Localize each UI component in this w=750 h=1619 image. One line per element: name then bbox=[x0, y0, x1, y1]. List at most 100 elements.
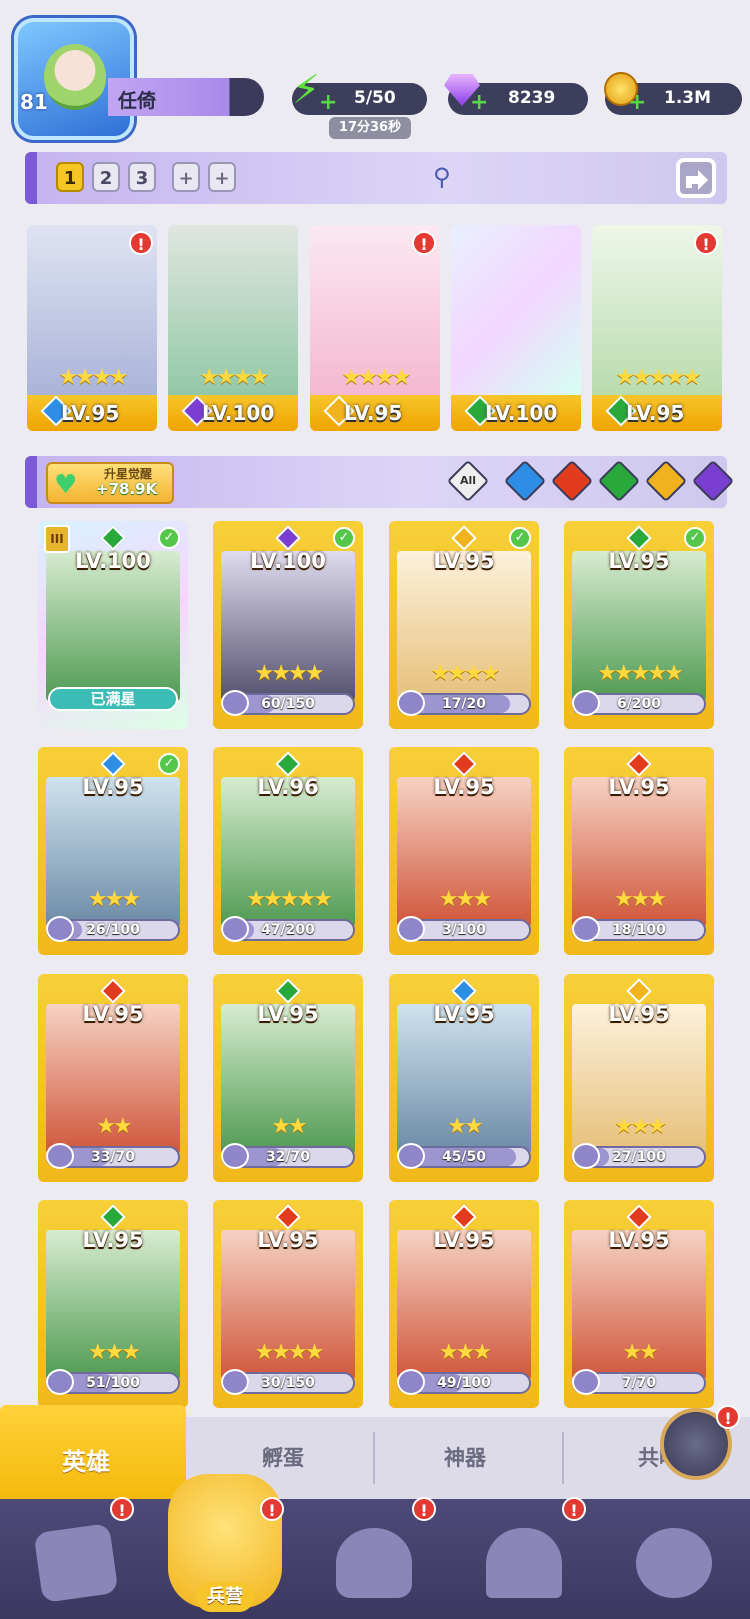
team-hero-card[interactable]: ★★★★★ LV.95 bbox=[592, 225, 722, 431]
shard-progress-bar: 27/100 bbox=[572, 1143, 706, 1169]
hero-level: LV.100 bbox=[250, 549, 326, 573]
share-button[interactable] bbox=[676, 158, 716, 198]
nav-cards-alert: ! bbox=[110, 1497, 134, 1521]
search-icon[interactable]: ⚲ bbox=[433, 163, 451, 191]
hero-card[interactable]: LV.100 已满星 III ✓ bbox=[38, 521, 188, 729]
sub-tab-hatch[interactable]: 孵蛋 bbox=[262, 1442, 304, 1472]
nav-mushroom-icon[interactable] bbox=[636, 1528, 712, 1598]
team-hero-alert: ! bbox=[694, 231, 718, 255]
hero-card[interactable]: LV.95 ★★★ 3/100 bbox=[389, 747, 539, 955]
hero-portrait bbox=[46, 551, 180, 701]
nav-camp-label: 兵营 bbox=[196, 1582, 254, 1612]
hero-level: LV.95 bbox=[82, 1228, 144, 1252]
shard-count: 47/200 bbox=[261, 922, 315, 938]
hero-level: LV.95 bbox=[433, 1228, 495, 1252]
coin-value: 1.3M bbox=[664, 88, 712, 108]
element-icon bbox=[275, 978, 301, 1004]
hero-stars: ★★ bbox=[622, 1340, 658, 1365]
team-tab-3[interactable]: 3 bbox=[128, 162, 156, 192]
team-tab-1[interactable]: 1 bbox=[56, 162, 84, 192]
element-icon bbox=[275, 525, 301, 551]
hero-stars: ★★★ bbox=[87, 1340, 141, 1365]
team-hero-card[interactable]: ★★★★ LV.95 bbox=[310, 225, 440, 431]
hero-stars: ★★★★★ bbox=[615, 365, 702, 390]
check-icon: ✓ bbox=[509, 527, 531, 549]
nav-castle-icon[interactable] bbox=[486, 1528, 562, 1598]
hero-card[interactable]: LV.95 ★★★ 27/100 bbox=[564, 974, 714, 1182]
team-tab-2[interactable]: 2 bbox=[92, 162, 120, 192]
team-tab-add-1[interactable]: + bbox=[172, 162, 200, 192]
check-icon: ✓ bbox=[684, 527, 706, 549]
hero-level: LV.95 bbox=[626, 401, 685, 425]
hero-card[interactable]: LV.96 ★★★★★ 47/200 bbox=[213, 747, 363, 955]
team-hero-alert: ! bbox=[412, 231, 436, 255]
hero-stars: ★★★★ bbox=[254, 1340, 325, 1365]
hero-stars: ★★★ bbox=[87, 887, 141, 912]
hero-level: LV.95 bbox=[61, 401, 120, 425]
shard-progress-bar: 49/100 bbox=[397, 1369, 531, 1395]
hero-stars: ★★★★ bbox=[254, 661, 325, 686]
gem-value: 8239 bbox=[508, 88, 556, 108]
add-gem-icon[interactable]: + bbox=[470, 92, 488, 114]
hero-card[interactable]: LV.95 ★★ 33/70 bbox=[38, 974, 188, 1182]
element-icon bbox=[626, 978, 652, 1004]
check-icon: ✓ bbox=[158, 753, 180, 775]
element-icon bbox=[626, 525, 652, 551]
check-icon: ✓ bbox=[158, 527, 180, 549]
hero-level: LV.95 bbox=[608, 775, 670, 799]
sub-tab-divider bbox=[562, 1432, 564, 1484]
hero-card[interactable]: LV.100 ★★★★ 60/150 ✓ bbox=[213, 521, 363, 729]
filter-all-label: All bbox=[459, 474, 477, 487]
hero-level: LV.100 bbox=[202, 401, 275, 425]
team-tab-add-2[interactable]: + bbox=[208, 162, 236, 192]
shard-count: 30/150 bbox=[261, 1375, 315, 1391]
nav-castle-alert: ! bbox=[562, 1497, 586, 1521]
hero-level: LV.95 bbox=[82, 775, 144, 799]
element-icon bbox=[626, 1204, 652, 1230]
hero-card[interactable]: LV.95 ★★★★ 30/150 bbox=[213, 1200, 363, 1408]
max-star-badge: 已满星 bbox=[48, 687, 178, 711]
shard-progress-bar: 17/20 bbox=[397, 690, 531, 716]
element-icon bbox=[275, 1204, 301, 1230]
nav-map-alert: ! bbox=[412, 1497, 436, 1521]
team-hero-card[interactable]: ★★★★ LV.100 bbox=[168, 225, 298, 431]
hero-stars: ★★★★ bbox=[58, 365, 129, 390]
shard-progress-bar: 18/100 bbox=[572, 916, 706, 942]
hero-stars: ★★★★★ bbox=[246, 887, 333, 912]
team-hero-card[interactable]: ★★★★ LV.95 bbox=[27, 225, 157, 431]
hero-portrait bbox=[451, 225, 581, 395]
hero-card[interactable]: LV.95 ★★★ 18/100 bbox=[564, 747, 714, 955]
shard-count: 49/100 bbox=[437, 1375, 491, 1391]
heart-icon: ♥ bbox=[54, 470, 78, 500]
element-icon bbox=[100, 751, 126, 777]
team-hero-alert: ! bbox=[129, 231, 153, 255]
team-hero-card[interactable]: LV.100 bbox=[451, 225, 581, 431]
hero-level: LV.95 bbox=[344, 401, 403, 425]
element-icon bbox=[100, 978, 126, 1004]
sub-tab-artifact[interactable]: 神器 bbox=[444, 1442, 486, 1472]
nav-cards-icon[interactable] bbox=[33, 1523, 119, 1603]
hero-card[interactable]: LV.95 ★★ 45/50 bbox=[389, 974, 539, 1182]
hero-card[interactable]: LV.95 ★★★ 51/100 bbox=[38, 1200, 188, 1408]
hero-card[interactable]: LV.95 ★★ 32/70 bbox=[213, 974, 363, 1182]
shard-count: 45/50 bbox=[441, 1149, 487, 1165]
element-icon bbox=[100, 1204, 126, 1230]
nav-map-icon[interactable] bbox=[336, 1528, 412, 1598]
add-coin-icon[interactable]: + bbox=[628, 92, 646, 114]
element-icon bbox=[275, 751, 301, 777]
hero-card[interactable]: LV.95 ★★★ 26/100 ✓ bbox=[38, 747, 188, 955]
nav-camp-alert: ! bbox=[260, 1497, 284, 1521]
element-icon bbox=[451, 978, 477, 1004]
sub-tab-heroes[interactable]: 英雄 bbox=[62, 1442, 110, 1477]
hero-level: LV.95 bbox=[257, 1002, 319, 1026]
hero-card[interactable]: LV.95 ★★★ 49/100 bbox=[389, 1200, 539, 1408]
shard-count: 17/20 bbox=[441, 696, 487, 712]
hero-card[interactable]: LV.95 ★★★★★ 6/200 ✓ bbox=[564, 521, 714, 729]
check-icon: ✓ bbox=[333, 527, 355, 549]
add-energy-icon[interactable]: + bbox=[319, 92, 337, 114]
hero-card[interactable]: LV.95 ★★★★ 17/20 ✓ bbox=[389, 521, 539, 729]
tier-badge: III bbox=[44, 525, 70, 553]
hero-card[interactable]: LV.95 ★★ 7/70 bbox=[564, 1200, 714, 1408]
hero-level: LV.95 bbox=[257, 1228, 319, 1252]
shard-count: 7/70 bbox=[621, 1375, 657, 1391]
